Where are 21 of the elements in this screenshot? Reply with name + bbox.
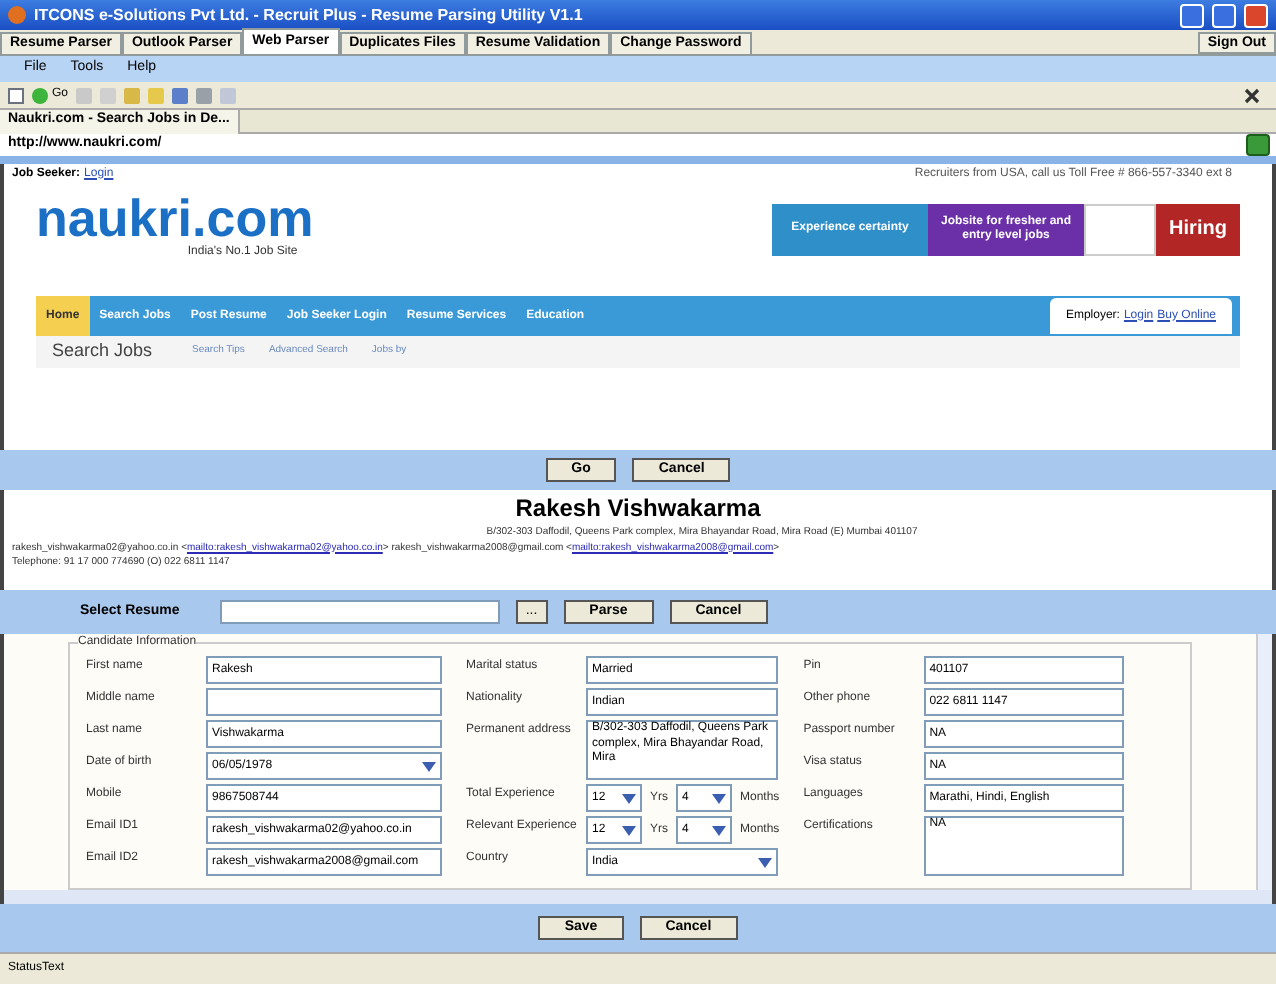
minimize-icon[interactable] (1180, 3, 1204, 27)
window-title: ITCONS e-Solutions Pvt Ltd. - Recruit Plus - Resume Parsing Utility V1.1 (34, 3, 585, 27)
maximize-icon[interactable] (1212, 3, 1236, 27)
app-icon (8, 6, 26, 24)
resume-name: Rakesh Vishwakarma (515, 492, 761, 526)
page-icon[interactable] (8, 87, 24, 103)
caret-icon (712, 825, 726, 835)
caret-icon (622, 825, 636, 835)
input-field[interactable] (206, 688, 442, 716)
caret-icon (422, 761, 436, 771)
caret-icon (622, 793, 636, 803)
vertical-scrollbar[interactable] (1256, 634, 1272, 890)
caret-icon (712, 793, 726, 803)
caret-icon (758, 857, 772, 867)
logo: naukri.com (36, 192, 314, 244)
go-icon[interactable] (1246, 134, 1270, 156)
horizontal-scrollbar[interactable] (0, 890, 1276, 904)
section-heading: Search Jobs (52, 338, 153, 365)
close-icon[interactable] (1244, 87, 1260, 103)
file-path-field[interactable] (219, 600, 500, 624)
ad-banner[interactable]: Hiring (1156, 204, 1240, 256)
